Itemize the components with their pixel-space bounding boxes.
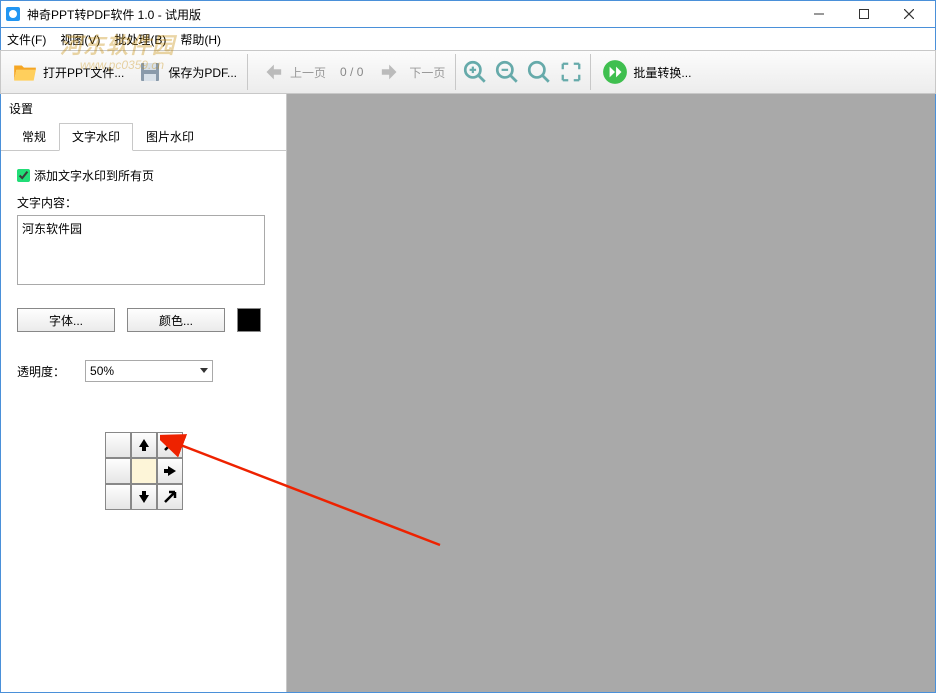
page-indicator: 0 / 0	[332, 65, 371, 79]
preview-area	[287, 94, 935, 692]
chevron-down-icon	[200, 368, 208, 374]
menu-bar: 文件(F) 视图(V) 批处理(B) 帮助(H)	[0, 28, 936, 50]
settings-header: 设置	[1, 94, 286, 123]
fullscreen-button[interactable]	[556, 57, 586, 87]
next-page-label: 下一页	[409, 64, 445, 81]
window-title: 神奇PPT转PDF软件 1.0 - 试用版	[27, 6, 796, 23]
save-pdf-button[interactable]: 保存为PDF...	[130, 52, 243, 92]
apply-all-pages-label: 添加文字水印到所有页	[34, 167, 154, 184]
tab-text-watermark[interactable]: 文字水印	[59, 123, 133, 151]
content-label: 文字内容：	[17, 194, 270, 211]
pos-top-left[interactable]	[105, 432, 131, 458]
pos-top-right[interactable]	[157, 432, 183, 458]
maximize-button[interactable]	[841, 1, 886, 27]
pos-middle-left[interactable]	[105, 458, 131, 484]
color-button[interactable]: 颜色...	[127, 308, 225, 332]
next-page-button[interactable]: 下一页	[371, 52, 451, 92]
toolbar-separator	[590, 54, 591, 90]
minimize-button[interactable]	[796, 1, 841, 27]
fast-forward-icon	[601, 58, 629, 86]
toolbar: 打开PPT文件... 保存为PDF... 上一页 0 / 0 下一页	[0, 50, 936, 94]
apply-all-pages-row[interactable]: 添加文字水印到所有页	[17, 167, 270, 184]
open-ppt-button[interactable]: 打开PPT文件...	[5, 52, 130, 92]
pos-bottom-center[interactable]	[131, 484, 157, 510]
batch-convert-label: 批量转换...	[633, 64, 691, 81]
settings-tabs: 常规 文字水印 图片水印	[1, 123, 286, 151]
watermark-text-input[interactable]: 河东软件园	[17, 215, 265, 285]
zoom-in-button[interactable]	[460, 57, 490, 87]
font-button[interactable]: 字体...	[17, 308, 115, 332]
apply-all-pages-checkbox[interactable]	[17, 169, 30, 182]
pos-middle-right[interactable]	[157, 458, 183, 484]
app-icon	[5, 6, 21, 22]
opacity-select[interactable]: 50%	[85, 360, 213, 382]
close-button[interactable]	[886, 1, 931, 27]
menu-file[interactable]: 文件(F)	[7, 31, 46, 48]
open-ppt-label: 打开PPT文件...	[43, 64, 124, 81]
arrow-left-icon	[258, 58, 286, 86]
pos-bottom-right[interactable]	[157, 484, 183, 510]
opacity-value: 50%	[90, 364, 114, 378]
pos-bottom-left[interactable]	[105, 484, 131, 510]
toolbar-separator	[455, 54, 456, 90]
tab-general[interactable]: 常规	[9, 123, 59, 150]
menu-view[interactable]: 视图(V)	[60, 31, 100, 48]
pos-top-center[interactable]	[131, 432, 157, 458]
tab-text-watermark-body: 添加文字水印到所有页 文字内容： 河东软件园 字体... 颜色... 透明度： …	[1, 151, 286, 526]
zoom-out-button[interactable]	[492, 57, 522, 87]
prev-page-label: 上一页	[290, 64, 326, 81]
opacity-label: 透明度：	[17, 363, 65, 380]
position-grid	[17, 432, 270, 510]
menu-batch[interactable]: 批处理(B)	[114, 31, 166, 48]
toolbar-separator	[247, 54, 248, 90]
tab-image-watermark[interactable]: 图片水印	[133, 123, 207, 150]
save-pdf-label: 保存为PDF...	[168, 64, 237, 81]
prev-page-button[interactable]: 上一页	[252, 52, 332, 92]
zoom-fit-button[interactable]	[524, 57, 554, 87]
menu-help[interactable]: 帮助(H)	[180, 31, 221, 48]
title-bar: 神奇PPT转PDF软件 1.0 - 试用版	[0, 0, 936, 28]
settings-panel: 设置 常规 文字水印 图片水印 添加文字水印到所有页 文字内容： 河东软件园 字…	[1, 94, 287, 692]
batch-convert-button[interactable]: 批量转换...	[595, 52, 697, 92]
folder-open-icon	[11, 58, 39, 86]
color-swatch[interactable]	[237, 308, 261, 332]
save-icon	[136, 58, 164, 86]
pos-middle-center[interactable]	[131, 458, 157, 484]
arrow-right-icon	[377, 58, 405, 86]
